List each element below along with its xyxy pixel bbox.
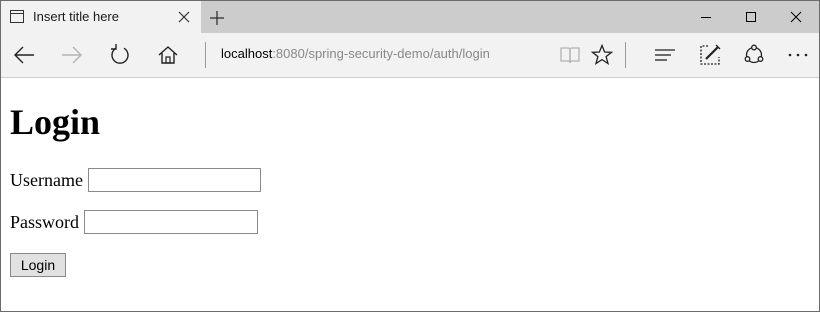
back-button[interactable] xyxy=(12,43,36,67)
url-text[interactable]: localhost:8080/spring-security-demo/auth… xyxy=(221,46,490,61)
more-dots-icon xyxy=(788,53,808,57)
minimize-icon xyxy=(701,17,711,18)
arrow-right-icon xyxy=(62,46,82,64)
refresh-icon xyxy=(111,44,129,64)
arrow-left-icon xyxy=(14,46,34,64)
maximize-button[interactable] xyxy=(728,1,774,33)
minimize-button[interactable] xyxy=(683,1,729,33)
home-icon xyxy=(158,46,178,64)
toolbar-divider xyxy=(625,42,626,68)
address-divider xyxy=(205,42,206,68)
url-path: :8080/spring-security-demo/auth/login xyxy=(272,46,490,61)
password-label: Password xyxy=(10,212,80,232)
pen-note-icon xyxy=(700,44,721,65)
browser-tab[interactable]: Insert title here xyxy=(1,1,201,33)
page-icon xyxy=(10,10,24,23)
navigation-bar: localhost:8080/spring-security-demo/auth… xyxy=(1,33,819,78)
page-title: Login xyxy=(10,102,101,142)
share-button[interactable] xyxy=(742,43,766,67)
maximize-icon xyxy=(746,12,756,22)
home-button[interactable] xyxy=(156,43,180,67)
close-icon xyxy=(790,11,802,23)
tab-strip: Insert title here xyxy=(1,1,819,33)
web-note-button[interactable] xyxy=(698,43,722,67)
book-icon xyxy=(560,47,580,64)
forward-button[interactable] xyxy=(60,43,84,67)
reading-view-button[interactable] xyxy=(558,43,582,67)
hub-lines-icon xyxy=(655,49,675,61)
star-icon xyxy=(590,43,614,65)
favorites-button[interactable] xyxy=(590,43,614,67)
tab-title: Insert title here xyxy=(33,9,119,24)
share-icon xyxy=(744,44,764,64)
url-host: localhost xyxy=(221,46,273,61)
close-tab-icon[interactable] xyxy=(177,10,191,24)
page-content: Login Username Password Login xyxy=(1,78,819,311)
login-button[interactable]: Login xyxy=(10,253,66,277)
username-label: Username xyxy=(10,170,83,190)
username-input[interactable] xyxy=(88,168,261,192)
password-input[interactable] xyxy=(84,210,258,234)
more-button[interactable] xyxy=(786,43,810,67)
refresh-button[interactable] xyxy=(108,43,132,67)
close-window-button[interactable] xyxy=(773,1,819,33)
browser-window: Insert title here localhost:8080/spring-… xyxy=(0,0,820,312)
new-tab-icon[interactable] xyxy=(208,9,226,27)
hub-button[interactable] xyxy=(653,43,677,67)
